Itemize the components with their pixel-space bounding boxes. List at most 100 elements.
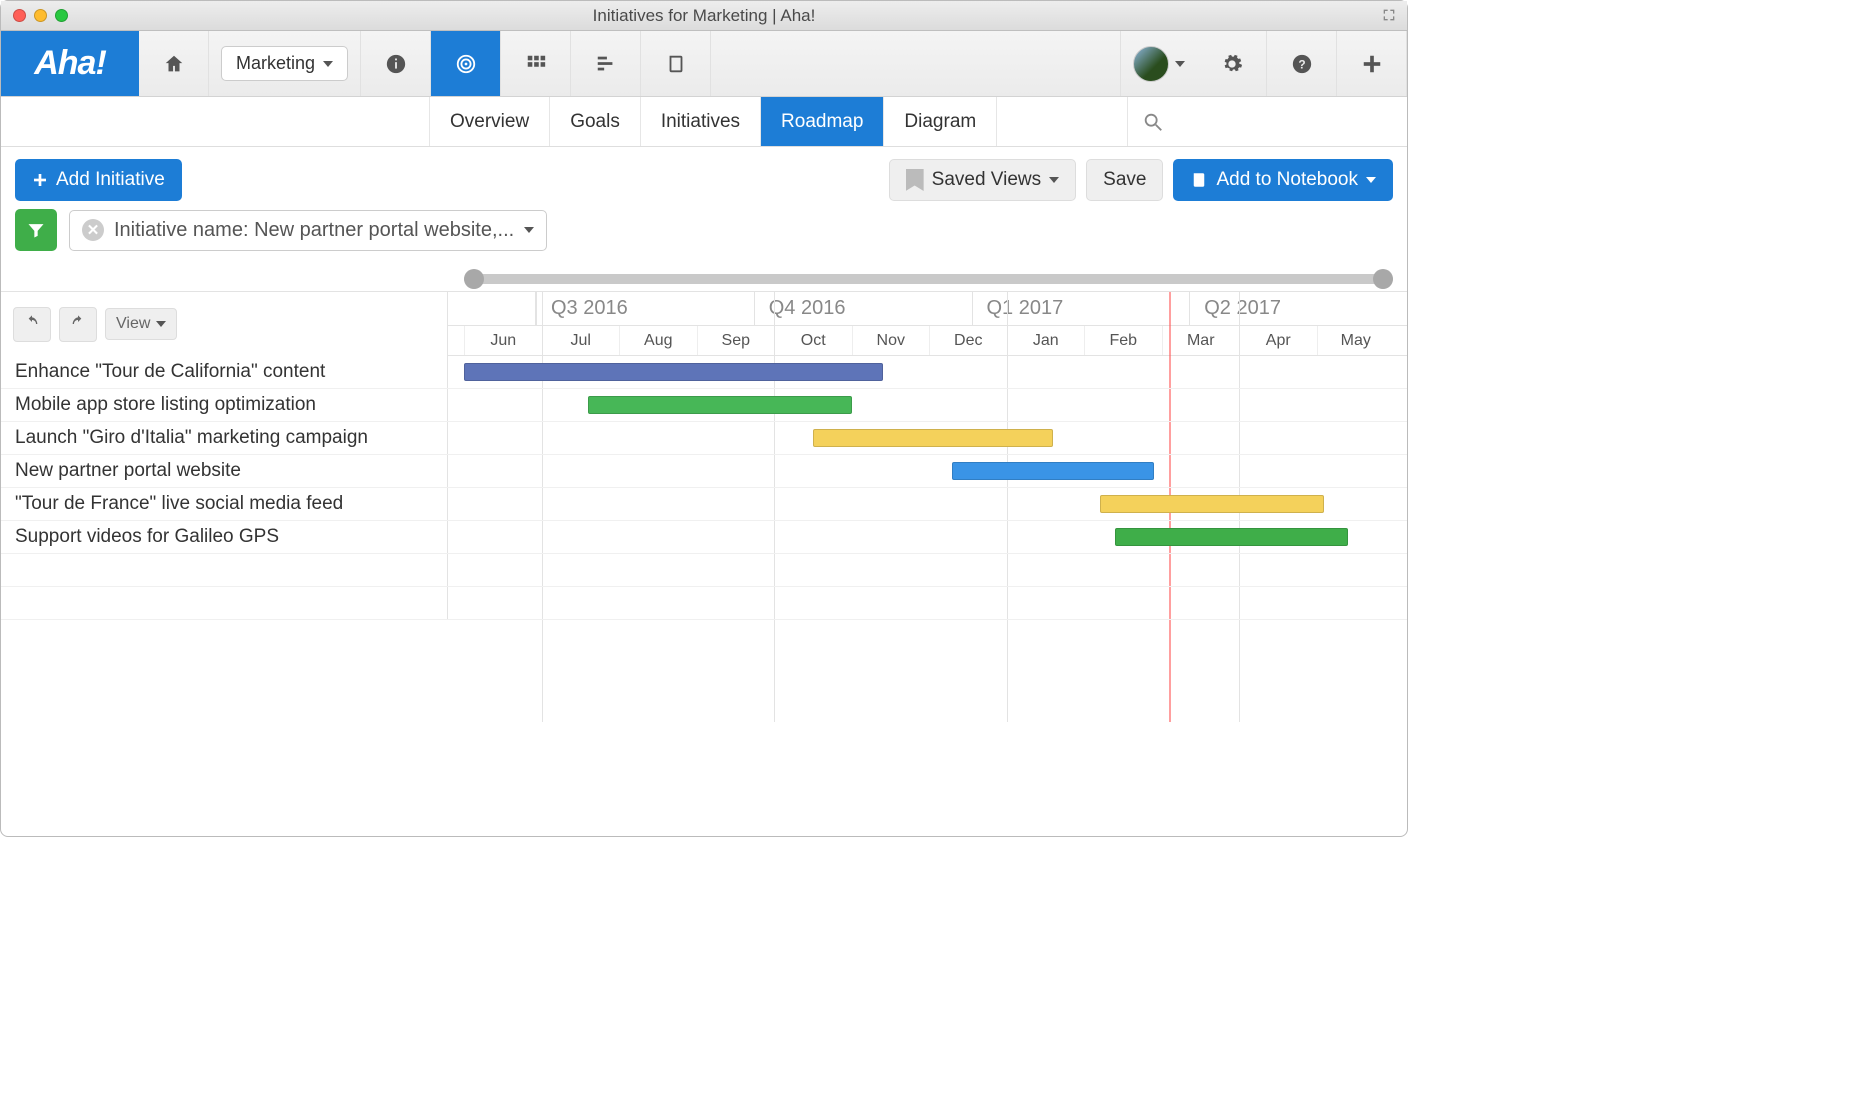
tab-goals[interactable]: Goals bbox=[549, 97, 640, 146]
tab-initiatives[interactable]: Initiatives bbox=[640, 97, 760, 146]
book-icon bbox=[665, 53, 687, 75]
chevron-down-icon bbox=[1366, 177, 1376, 183]
initiative-name[interactable]: Mobile app store listing optimization bbox=[1, 389, 448, 421]
gantt-bar[interactable] bbox=[464, 363, 883, 381]
window-titlebar: Initiatives for Marketing | Aha! bbox=[1, 1, 1407, 31]
home-button[interactable] bbox=[139, 31, 209, 96]
main-toolbar: Aha! Marketing ? bbox=[1, 31, 1407, 97]
initiative-name[interactable]: Enhance "Tour de California" content bbox=[1, 356, 448, 388]
chevron-down-icon bbox=[1175, 61, 1185, 67]
search-icon bbox=[1142, 111, 1164, 133]
add-button[interactable] bbox=[1337, 31, 1407, 96]
gantt-bar[interactable] bbox=[813, 429, 1053, 447]
avatar bbox=[1133, 46, 1169, 82]
filter-button[interactable] bbox=[15, 209, 57, 251]
filter-bar: ✕ Initiative name: New partner portal we… bbox=[1, 209, 1407, 261]
gantt-icon bbox=[595, 53, 617, 75]
initiative-name[interactable]: New partner portal website bbox=[1, 455, 448, 487]
user-menu[interactable] bbox=[1120, 31, 1197, 96]
add-to-notebook-button[interactable]: Add to Notebook bbox=[1173, 159, 1393, 201]
month-label: Oct bbox=[774, 326, 852, 355]
month-label: Apr bbox=[1239, 326, 1317, 355]
info-button[interactable] bbox=[361, 31, 431, 96]
gantt-row: Mobile app store listing optimization bbox=[1, 389, 1407, 422]
svg-text:?: ? bbox=[1298, 57, 1305, 71]
features-nav-button[interactable] bbox=[501, 31, 571, 96]
save-button[interactable]: Save bbox=[1086, 159, 1163, 201]
plus-icon bbox=[32, 172, 48, 188]
gantt-header: View Q3 2016Q4 2016Q1 2017Q2 2017 JunJul… bbox=[1, 291, 1407, 356]
strategy-nav-button[interactable] bbox=[431, 31, 501, 96]
subnav-tabs: OverviewGoalsInitiativesRoadmapDiagram bbox=[1, 97, 1407, 147]
info-icon bbox=[385, 53, 407, 75]
gantt-row: Launch "Giro d'Italia" marketing campaig… bbox=[1, 422, 1407, 455]
product-selector-label: Marketing bbox=[236, 53, 315, 74]
gantt-row: "Tour de France" live social media feed bbox=[1, 488, 1407, 521]
redo-button[interactable] bbox=[59, 307, 97, 342]
tab-diagram[interactable]: Diagram bbox=[883, 97, 997, 146]
view-menu-button[interactable]: View bbox=[105, 308, 177, 340]
target-icon bbox=[455, 53, 477, 75]
quarter-label: Q1 2017 bbox=[972, 292, 1190, 325]
month-label: Dec bbox=[929, 326, 1007, 355]
slider-thumb-end[interactable] bbox=[1373, 269, 1393, 289]
undo-icon bbox=[24, 314, 40, 330]
month-label: Aug bbox=[619, 326, 697, 355]
month-label: May bbox=[1317, 326, 1395, 355]
timeline-zoom-slider[interactable] bbox=[464, 261, 1393, 291]
gear-icon bbox=[1221, 53, 1243, 75]
roadmap-gantt: View Q3 2016Q4 2016Q1 2017Q2 2017 JunJul… bbox=[1, 261, 1407, 620]
month-label: Jul bbox=[542, 326, 620, 355]
settings-button[interactable] bbox=[1197, 31, 1267, 96]
search-box[interactable] bbox=[1127, 97, 1407, 146]
initiative-name[interactable]: "Tour de France" live social media feed bbox=[1, 488, 448, 520]
product-selector[interactable]: Marketing bbox=[209, 31, 361, 96]
gantt-bar[interactable] bbox=[1100, 495, 1325, 513]
add-initiative-label: Add Initiative bbox=[56, 169, 165, 191]
left-panel-controls: View bbox=[1, 292, 448, 356]
slider-thumb-start[interactable] bbox=[464, 269, 484, 289]
add-to-notebook-label: Add to Notebook bbox=[1216, 169, 1358, 191]
filter-icon bbox=[26, 220, 46, 240]
fullscreen-icon[interactable] bbox=[1381, 7, 1397, 23]
month-label: Sep bbox=[697, 326, 775, 355]
saved-views-button[interactable]: Saved Views bbox=[889, 159, 1077, 201]
help-icon: ? bbox=[1291, 53, 1313, 75]
quarter-label: Q2 2017 bbox=[1189, 292, 1407, 325]
add-initiative-button[interactable]: Add Initiative bbox=[15, 159, 182, 201]
tab-overview[interactable]: Overview bbox=[429, 97, 549, 146]
quarter-label: Q3 2016 bbox=[536, 292, 754, 325]
notebooks-nav-button[interactable] bbox=[641, 31, 711, 96]
book-icon bbox=[1190, 171, 1208, 189]
tab-roadmap[interactable]: Roadmap bbox=[760, 97, 883, 146]
gantt-body: Enhance "Tour de California" contentMobi… bbox=[1, 356, 1407, 620]
releases-nav-button[interactable] bbox=[571, 31, 641, 96]
chevron-down-icon bbox=[524, 227, 534, 233]
save-label: Save bbox=[1103, 169, 1146, 191]
help-button[interactable]: ? bbox=[1267, 31, 1337, 96]
chevron-down-icon bbox=[156, 321, 166, 327]
chevron-down-icon bbox=[323, 61, 333, 67]
initiative-name[interactable]: Support videos for Galileo GPS bbox=[1, 521, 448, 553]
remove-filter-icon[interactable]: ✕ bbox=[82, 219, 104, 241]
bookmark-icon bbox=[906, 169, 924, 191]
saved-views-label: Saved Views bbox=[932, 169, 1042, 191]
initiative-name[interactable]: Launch "Giro d'Italia" marketing campaig… bbox=[1, 422, 448, 454]
month-label: Jun bbox=[464, 326, 542, 355]
gantt-row: Enhance "Tour de California" content bbox=[1, 356, 1407, 389]
slider-track bbox=[464, 274, 1393, 284]
timeline-header: Q3 2016Q4 2016Q1 2017Q2 2017 JunJulAugSe… bbox=[448, 292, 1407, 356]
redo-icon bbox=[70, 314, 86, 330]
month-label: Nov bbox=[852, 326, 930, 355]
month-label: Mar bbox=[1162, 326, 1240, 355]
month-label: Feb bbox=[1084, 326, 1162, 355]
gantt-bar[interactable] bbox=[1115, 528, 1348, 546]
filter-chip[interactable]: ✕ Initiative name: New partner portal we… bbox=[69, 210, 547, 251]
undo-button[interactable] bbox=[13, 307, 51, 342]
app-logo[interactable]: Aha! bbox=[1, 31, 139, 96]
view-menu-label: View bbox=[116, 315, 150, 333]
plus-icon bbox=[1361, 53, 1383, 75]
home-icon bbox=[163, 53, 185, 75]
gantt-bar[interactable] bbox=[588, 396, 852, 414]
gantt-bar[interactable] bbox=[952, 462, 1154, 480]
